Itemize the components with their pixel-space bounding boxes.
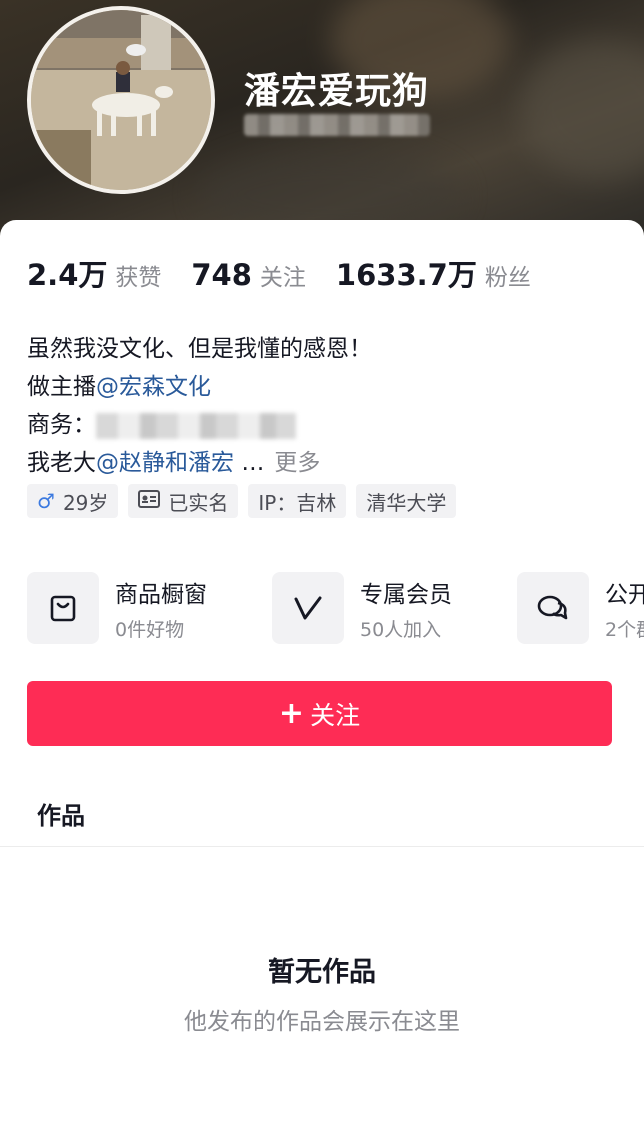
tag-verified[interactable]: 已实名 <box>128 484 239 518</box>
entry-group-chat[interactable]: 公开 2个群 <box>517 572 644 644</box>
tag-ip-location: IP：吉林 <box>248 484 347 518</box>
entry-membership[interactable]: 专属会员 50人加入 <box>272 572 517 644</box>
id-card-icon <box>138 489 161 513</box>
bio-line: 商务： <box>27 406 372 444</box>
entry-membership-sub: 50人加入 <box>360 618 442 641</box>
bio-line: 我老大@赵静和潘宏 … 更多 <box>27 444 372 482</box>
stat-following[interactable]: 748 关注 <box>191 258 306 292</box>
empty-state-title: 暂无作品 <box>268 957 376 988</box>
profile-tags: ♂ 29岁 已实名 IP：吉林 清华大学 <box>27 484 466 518</box>
header-background <box>520 40 644 180</box>
stat-followers[interactable]: 1633.7万 粉丝 <box>336 252 531 294</box>
tag-age-text: 29岁 <box>62 490 109 515</box>
tag-age: ♂ 29岁 <box>27 484 119 518</box>
entry-group-sub: 2个群 <box>605 618 644 641</box>
avatar-photo <box>31 10 211 190</box>
mention-link[interactable]: @宏森文化 <box>96 374 211 400</box>
mention-link[interactable]: @赵静和潘宏 <box>96 450 234 476</box>
stat-likes[interactable]: 2.4万 获赞 <box>27 252 161 294</box>
entry-group-title: 公开 <box>605 581 644 608</box>
entry-membership-title: 专属会员 <box>360 581 452 608</box>
tab-works[interactable]: 作品 <box>37 796 85 831</box>
bio-ellipsis: … <box>241 450 265 476</box>
tag-school-text: 清华大学 <box>366 490 447 515</box>
bio-line: 做主播@宏森文化 <box>27 368 372 406</box>
shopping-bag-icon <box>27 572 99 644</box>
stat-followers-value: 1633.7万 <box>335 258 477 292</box>
plus-icon: + <box>278 696 305 731</box>
stat-followers-label: 粉丝 <box>484 265 531 291</box>
avatar[interactable] <box>27 6 215 194</box>
follow-button-label: 关注 <box>310 700 361 730</box>
bio: 虽然我没文化、但是我懂的感恩！ 做主播@宏森文化 商务： 我老大@赵静和潘宏 …… <box>27 330 372 482</box>
follow-button[interactable]: + 关注 <box>27 681 612 746</box>
bio-more-link[interactable]: 更多 <box>274 450 320 476</box>
bio-text: 我老大 <box>27 450 96 476</box>
profile-card: 2.4万 获赞 748 关注 1633.7万 粉丝 虽然我没文化、但是我懂的感恩… <box>0 220 644 1134</box>
stats-bar: 2.4万 获赞 748 关注 1633.7万 粉丝 <box>27 252 561 294</box>
bio-text: 做主播 <box>27 374 96 400</box>
vip-v-icon <box>272 572 344 644</box>
entry-shop-title: 商品橱窗 <box>115 581 207 608</box>
stat-following-label: 关注 <box>259 265 306 291</box>
feature-entries: 商品橱窗 0件好物 专属会员 50人加入 公开 2个群 <box>27 572 644 644</box>
bio-line: 虽然我没文化、但是我懂的感恩！ <box>27 336 372 362</box>
business-contact-blurred <box>96 412 296 439</box>
bio-text: 商务： <box>27 412 96 438</box>
nickname: 潘宏爱玩狗 <box>244 71 430 112</box>
tag-school[interactable]: 清华大学 <box>356 484 457 518</box>
stat-likes-label: 获赞 <box>115 265 162 291</box>
stat-likes-value: 2.4万 <box>27 258 108 292</box>
tag-verified-text: 已实名 <box>168 490 229 515</box>
profile-header: 潘宏爱玩狗 <box>0 0 644 240</box>
tag-ip-text: IP：吉林 <box>258 490 337 515</box>
male-icon: ♂ <box>37 489 55 513</box>
entry-shop-sub: 0件好物 <box>115 618 185 641</box>
douyin-id-blurred <box>244 114 430 136</box>
divider <box>0 846 644 847</box>
empty-state-subtitle: 他发布的作品会展示在这里 <box>184 1009 460 1035</box>
stat-following-value: 748 <box>191 258 252 292</box>
entry-shop-window[interactable]: 商品橱窗 0件好物 <box>27 572 272 644</box>
chat-bubbles-icon <box>517 572 589 644</box>
